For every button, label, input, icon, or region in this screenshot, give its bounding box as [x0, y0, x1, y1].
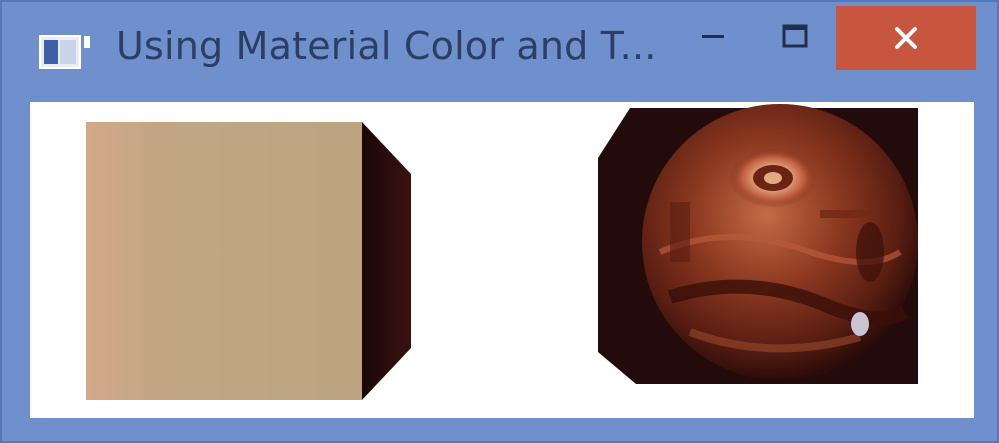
- scene-viewport[interactable]: [30, 102, 974, 418]
- minimize-icon: [702, 35, 724, 38]
- cube-side-face: [362, 122, 411, 400]
- title-bar[interactable]: Using Material Color and T...: [2, 2, 997, 98]
- app-icon[interactable]: [38, 32, 94, 72]
- textured-cube[interactable]: [598, 104, 918, 384]
- maximize-icon: [782, 24, 808, 48]
- maximize-button[interactable]: [760, 2, 830, 70]
- app-window: Using Material Color and T...: [0, 0, 999, 443]
- minimize-button[interactable]: [678, 2, 748, 70]
- cube-front-face: [86, 122, 362, 400]
- close-button[interactable]: [836, 6, 976, 70]
- window-title: Using Material Color and T...: [116, 24, 657, 68]
- colored-cube[interactable]: [86, 122, 411, 400]
- sphere-texture: [642, 104, 918, 380]
- close-icon: [895, 27, 917, 49]
